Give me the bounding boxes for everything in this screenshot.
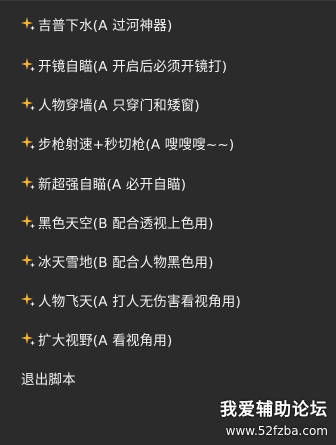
sparkle-icon xyxy=(21,254,35,268)
exit-script-item[interactable]: 退出脚本 xyxy=(0,359,336,397)
sparkle-icon xyxy=(21,58,35,72)
watermark-title: 我爱辅助论坛 xyxy=(220,400,328,420)
sparkle-icon xyxy=(21,176,35,190)
menu-item-wall-pass[interactable]: 人物穿墙(A 只穿门和矮窗) xyxy=(0,85,336,123)
script-menu: 吉普下水(A 过河神器) 开镜自瞄(A 开启后必须开镜打) 人物穿墙(A 只穿门… xyxy=(0,0,336,445)
menu-item-black-sky[interactable]: 黑色天空(B 配合透视上色用) xyxy=(0,203,336,241)
menu-item-label: 冰天雪地(B 配合人物黑色用) xyxy=(38,255,214,271)
menu-item-label: 新超强自瞄(A 必开自瞄) xyxy=(38,177,187,193)
menu-item-label: 开镜自瞄(A 开启后必须开镜打) xyxy=(38,59,228,75)
menu-item-snow-world[interactable]: 冰天雪地(B 配合人物黑色用) xyxy=(0,242,336,280)
sparkle-icon xyxy=(21,293,35,307)
menu-item-strong-aim[interactable]: 新超强自瞄(A 必开自瞄) xyxy=(0,164,336,202)
menu-item-jeep-underwater[interactable]: 吉普下水(A 过河神器) xyxy=(0,5,336,43)
watermark-url: www.52fzba.com xyxy=(225,424,328,438)
menu-item-label: 黑色天空(B 配合透视上色用) xyxy=(38,216,214,232)
site-watermark: 我爱辅助论坛 www.52fzba.com xyxy=(198,400,328,438)
menu-item-label: 步枪射速+秒切枪(A 嗖嗖嗖~~) xyxy=(38,137,235,153)
exit-script-label: 退出脚本 xyxy=(21,372,76,388)
sparkle-icon xyxy=(21,332,35,346)
sparkle-icon xyxy=(21,136,35,150)
sparkle-icon xyxy=(21,97,35,111)
menu-item-label: 人物飞天(A 打人无伤害看视角用) xyxy=(38,294,241,310)
menu-item-wide-view[interactable]: 扩大视野(A 看视角用) xyxy=(0,320,336,358)
menu-item-rifle-fire-rate[interactable]: 步枪射速+秒切枪(A 嗖嗖嗖~~) xyxy=(0,124,336,162)
menu-item-label: 吉普下水(A 过河神器) xyxy=(38,18,173,34)
sparkle-icon xyxy=(21,17,35,31)
menu-item-label: 人物穿墙(A 只穿门和矮窗) xyxy=(38,98,200,114)
sparkle-icon xyxy=(21,215,35,229)
menu-item-label: 扩大视野(A 看视角用) xyxy=(38,333,173,349)
menu-item-fly[interactable]: 人物飞天(A 打人无伤害看视角用) xyxy=(0,281,336,319)
menu-item-scope-aim[interactable]: 开镜自瞄(A 开启后必须开镜打) xyxy=(0,46,336,84)
